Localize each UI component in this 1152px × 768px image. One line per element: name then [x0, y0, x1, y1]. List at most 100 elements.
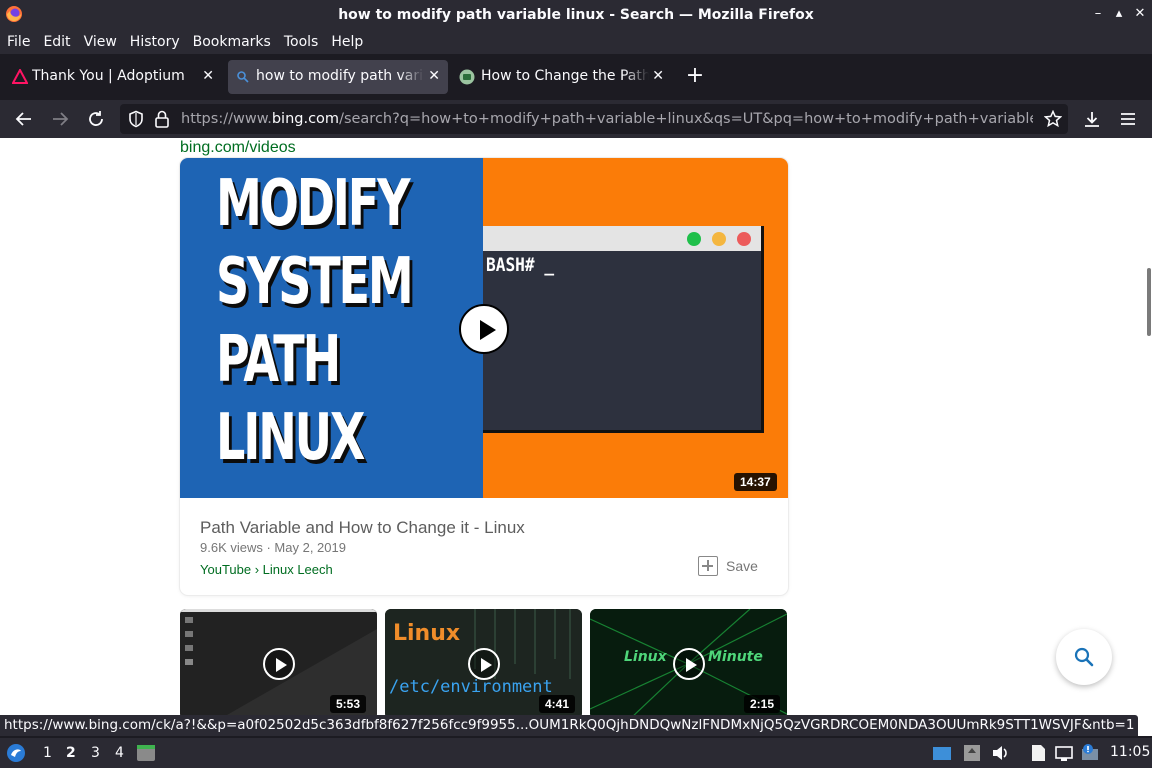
video-meta: 9.6K views · May 2, 2019: [200, 540, 346, 555]
display-icon[interactable]: [932, 743, 952, 763]
menu-edit[interactable]: Edit: [43, 34, 70, 50]
menu-bookmarks[interactable]: Bookmarks: [193, 34, 271, 50]
system-taskbar: 1 2 3 4 11:05: [0, 738, 1152, 768]
window-titlebar: how to modify path variable linux - Sear…: [0, 0, 1152, 30]
thumbnail-linux-text: Linux: [624, 649, 667, 665]
downloads-button[interactable]: [1080, 107, 1104, 131]
menu-help[interactable]: Help: [331, 34, 363, 50]
video-duration-badge: 5:53: [330, 695, 367, 713]
url-text[interactable]: https://www.bing.com/search?q=how+to+mod…: [181, 111, 1033, 127]
tab-label: How to Change the Path Variable: [481, 68, 649, 84]
tab-label: Thank You | Adoptium: [32, 68, 185, 84]
thumbnail-blue-panel: MODIFY SYSTEM PATH LINUX: [180, 158, 483, 498]
app-menu-button[interactable]: [1116, 107, 1140, 131]
tab-adoptium[interactable]: Thank You | Adoptium ✕: [4, 60, 222, 94]
save-plus-icon: [698, 556, 718, 576]
close-tab-icon[interactable]: ✕: [428, 68, 440, 84]
featured-video-card[interactable]: MODIFY SYSTEM PATH LINUX BASH# _ 14:37 P…: [180, 158, 788, 595]
forward-button[interactable]: [48, 107, 72, 131]
network-icon[interactable]: [1054, 743, 1074, 763]
tracking-protection-shield-icon[interactable]: [127, 110, 145, 128]
menu-tools[interactable]: Tools: [284, 34, 319, 50]
terminal-window-illustration: BASH# _: [483, 226, 764, 433]
thumbnail-text-line: LINUX: [216, 401, 365, 475]
file-manager-icon[interactable]: [136, 743, 156, 763]
yellow-dot-icon: [712, 232, 726, 246]
tab-label: how to modify path variable linux: [256, 68, 424, 84]
tab-change-path[interactable]: How to Change the Path Variable ✕: [452, 60, 672, 94]
link-status-url: https://www.bing.com/ck/a?!&&p=a0f02502d…: [0, 715, 1139, 736]
video-title[interactable]: Path Variable and How to Change it - Lin…: [200, 518, 525, 538]
window-title: how to modify path variable linux - Sear…: [338, 7, 814, 23]
notification-icon[interactable]: [1080, 743, 1100, 763]
clock: 11:05: [1110, 744, 1151, 760]
workspace-4[interactable]: 4: [115, 745, 124, 761]
reload-icon: [89, 111, 103, 126]
reload-button[interactable]: [84, 107, 108, 131]
play-button-icon[interactable]: [459, 304, 509, 354]
terminal-prompt: BASH# _: [486, 254, 555, 276]
video-card[interactable]: Linux Minute 2:15: [590, 609, 787, 715]
video-thumbnail[interactable]: MODIFY SYSTEM PATH LINUX BASH# _ 14:37: [180, 158, 788, 498]
thumbnail-text-line: PATH: [216, 323, 341, 397]
page-content[interactable]: bing.com/videos MODIFY SYSTEM PATH LINUX…: [0, 138, 1152, 715]
page-scrollbar-thumb[interactable]: [1147, 268, 1151, 336]
url-prefix: https://www.: [181, 111, 272, 127]
video-duration-badge: 14:37: [734, 473, 777, 491]
video-duration-badge: 4:41: [539, 695, 576, 713]
forward-arrow-icon: [53, 112, 69, 126]
thumbnail-path-text: /etc/environment: [389, 677, 553, 697]
workspace-3[interactable]: 3: [91, 745, 100, 761]
close-tab-icon[interactable]: ✕: [202, 68, 214, 84]
menu-view[interactable]: View: [84, 34, 117, 50]
minimize-button[interactable]: –: [1090, 6, 1106, 21]
new-tab-button[interactable]: +: [684, 64, 706, 88]
firefox-logo-icon: [6, 6, 22, 22]
menu-bar: File Edit View History Bookmarks Tools H…: [0, 30, 1152, 54]
workspace-2[interactable]: 2: [66, 745, 76, 761]
maximize-button[interactable]: ▴: [1111, 6, 1127, 21]
save-label: Save: [726, 558, 758, 574]
hamburger-menu-icon: [1121, 113, 1135, 125]
play-button-icon[interactable]: [673, 648, 705, 680]
video-source[interactable]: YouTube › Linux Leech: [200, 562, 333, 577]
close-tab-icon[interactable]: ✕: [652, 68, 664, 84]
volume-icon[interactable]: [990, 743, 1010, 763]
back-arrow-icon: [15, 112, 31, 126]
terminal-titlebar: [483, 226, 761, 251]
navigation-toolbar: https://www.bing.com/search?q=how+to+mod…: [0, 100, 1152, 138]
adoptium-icon: [12, 69, 28, 84]
bing-icon: [237, 71, 249, 83]
thumbnail-text-line: MODIFY: [216, 167, 410, 241]
url-bar[interactable]: https://www.bing.com/search?q=how+to+mod…: [120, 104, 1068, 134]
videos-source-link[interactable]: bing.com/videos: [180, 139, 296, 157]
clipboard-icon[interactable]: [1028, 743, 1048, 763]
search-fab-button[interactable]: [1056, 629, 1112, 685]
workspace-1[interactable]: 1: [43, 745, 52, 761]
video-duration-badge: 2:15: [744, 695, 781, 713]
video-card[interactable]: Linux /etc/environment 4:41: [385, 609, 582, 715]
video-card[interactable]: 5:53: [180, 609, 377, 715]
play-button-icon[interactable]: [263, 648, 295, 680]
back-button[interactable]: [12, 107, 36, 131]
green-dot-icon: [687, 232, 701, 246]
download-icon: [1085, 112, 1099, 127]
red-dot-icon: [737, 232, 751, 246]
close-window-button[interactable]: ✕: [1132, 6, 1148, 21]
save-button[interactable]: Save: [698, 556, 758, 576]
updates-icon[interactable]: [962, 743, 982, 763]
thumbnail-linux-text: Linux: [393, 621, 461, 646]
bookmark-star-icon[interactable]: [1044, 110, 1062, 128]
menu-history[interactable]: History: [130, 34, 180, 50]
play-button-icon[interactable]: [468, 648, 500, 680]
youtube-style-icon: [459, 69, 475, 85]
lock-icon[interactable]: [154, 110, 170, 128]
search-icon: [1074, 647, 1094, 667]
tab-bing-search[interactable]: how to modify path variable linux ✕: [228, 60, 448, 94]
menu-file[interactable]: File: [7, 34, 30, 50]
thumbnail-minute-text: Minute: [708, 649, 763, 665]
tab-strip: Thank You | Adoptium ✕ how to modify pat…: [0, 54, 1152, 100]
url-domain: bing.com: [271, 111, 340, 127]
thumbnail-text-line: SYSTEM: [216, 245, 414, 319]
start-menu-icon[interactable]: [6, 743, 26, 763]
